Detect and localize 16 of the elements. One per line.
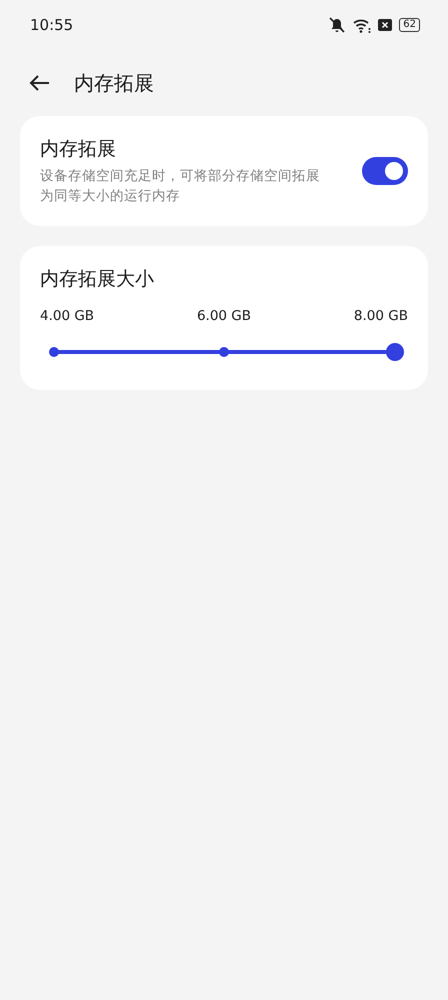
battery-level: 62 bbox=[399, 18, 420, 32]
muted-bell-icon bbox=[328, 17, 346, 33]
tick-dot bbox=[49, 347, 59, 357]
setting-description: 设备存储空间充足时，可将部分存储空间拓展为同等大小的运行内存 bbox=[40, 167, 321, 206]
tick-label: 4.00 GB bbox=[40, 308, 94, 324]
tick-dot bbox=[219, 347, 229, 357]
setting-title: 内存拓展大小 bbox=[40, 268, 154, 290]
tick-label: 8.00 GB bbox=[354, 308, 408, 324]
toggle-switch[interactable] bbox=[362, 157, 408, 185]
wifi-icon bbox=[353, 18, 372, 32]
no-sim-icon bbox=[378, 19, 392, 31]
page-title: 内存拓展 bbox=[74, 70, 154, 96]
slider-thumb[interactable] bbox=[386, 343, 404, 361]
setting-title: 内存拓展 bbox=[40, 137, 117, 162]
status-time: 10:55 bbox=[30, 16, 74, 34]
tick-label: 6.00 GB bbox=[196, 308, 252, 324]
